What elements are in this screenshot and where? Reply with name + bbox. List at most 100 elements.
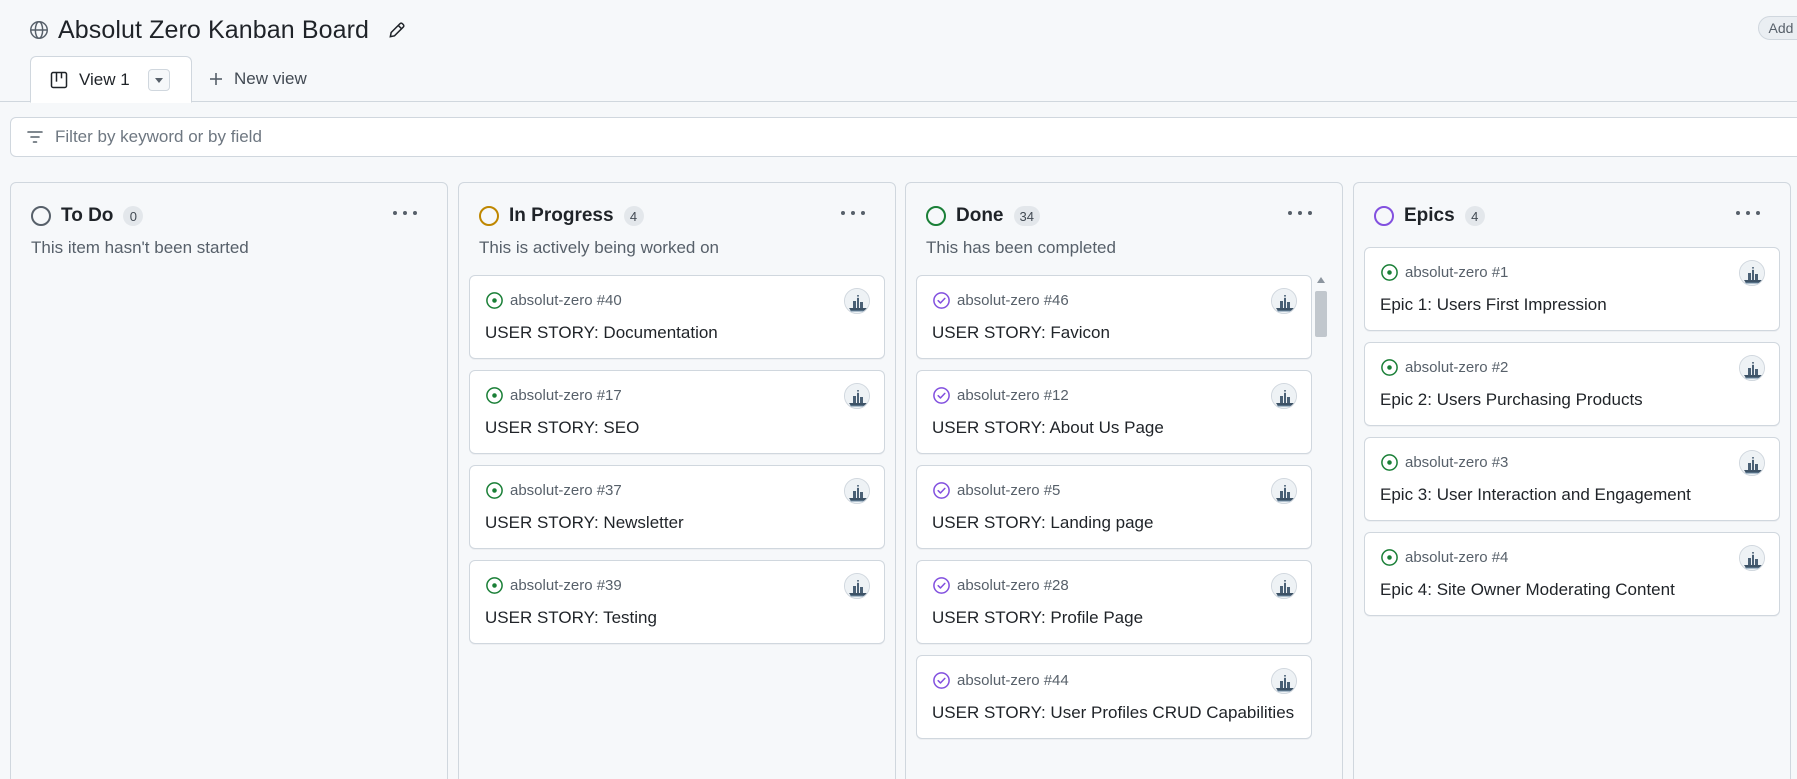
issue-ref-text: absolut-zero #4 (1405, 549, 1509, 566)
open-issue-icon (1381, 359, 1398, 376)
issue-card[interactable]: absolut-zero #3 Epic 3: User Interaction … (1364, 437, 1780, 521)
issue-ref[interactable]: absolut-zero #12 (932, 386, 1069, 405)
add-status-button[interactable]: Add sta (1757, 16, 1797, 40)
column-name: Done (956, 205, 1004, 226)
tab-view-1[interactable]: View 1 (30, 56, 192, 103)
new-view-label: New view (234, 69, 307, 88)
issue-ref[interactable]: absolut-zero #39 (485, 576, 622, 595)
issue-ref[interactable]: absolut-zero #37 (485, 481, 622, 500)
assignee-avatar[interactable] (1739, 450, 1765, 476)
status-circle-icon (926, 206, 946, 226)
plus-icon (210, 73, 222, 85)
assignee-avatar[interactable] (1271, 383, 1297, 409)
open-issue-icon (486, 292, 503, 309)
issue-title[interactable]: Epic 1: Users First Impression (1380, 295, 1607, 315)
kebab-dot (403, 211, 407, 215)
closed-issue-icon (933, 577, 950, 594)
issue-title[interactable]: USER STORY: Landing page (932, 513, 1153, 533)
status-circle-icon (479, 206, 499, 226)
issue-card[interactable]: absolut-zero #40 USER STORY: Documentatio… (469, 275, 885, 359)
issue-ref[interactable]: absolut-zero #44 (932, 671, 1069, 690)
assignee-avatar[interactable] (1739, 545, 1765, 571)
column-description: This is actively being worked on (479, 238, 720, 257)
open-issue-icon (1381, 264, 1398, 281)
issue-card[interactable]: absolut-zero #4 Epic 4: Site Owner Modera… (1364, 532, 1780, 616)
assignee-avatar[interactable] (1271, 288, 1297, 314)
issue-title[interactable]: USER STORY: Testing (485, 608, 657, 628)
issue-title[interactable]: USER STORY: SEO (485, 418, 639, 438)
issue-ref[interactable]: absolut-zero #4 (1380, 548, 1508, 567)
issue-ref[interactable]: absolut-zero #46 (932, 291, 1069, 310)
assignee-avatar[interactable] (1271, 478, 1297, 504)
issue-title[interactable]: Epic 3: User Interaction and Engagement (1380, 485, 1691, 505)
issue-card[interactable]: absolut-zero #1 Epic 1: Users First Impre… (1364, 247, 1780, 331)
new-view-button[interactable]: New view (208, 66, 307, 92)
column-menu-button[interactable] (1288, 207, 1312, 219)
column-todo: To Do 0 This item hasn't been started (10, 182, 448, 779)
board-title: Absolut Zero Kanban Board (58, 15, 370, 44)
issue-card[interactable]: absolut-zero #39 USER STORY: Testing (469, 560, 885, 644)
assignee-avatar[interactable] (844, 478, 870, 504)
column-menu-button[interactable] (393, 207, 417, 219)
kebab-dot (841, 211, 845, 215)
issue-ref-text: absolut-zero #3 (1405, 454, 1509, 471)
issue-ref[interactable]: absolut-zero #17 (485, 386, 622, 405)
scroll-up-icon[interactable] (1317, 277, 1325, 283)
issue-card[interactable]: absolut-zero #44 USER STORY: User Profile… (916, 655, 1312, 739)
filter-placeholder: Filter by keyword or by field (55, 127, 262, 146)
kebab-dot (861, 211, 865, 215)
assignee-avatar[interactable] (844, 288, 870, 314)
globe-icon (30, 21, 48, 39)
column-name: To Do (61, 205, 114, 226)
issue-ref[interactable]: absolut-zero #40 (485, 291, 622, 310)
assignee-avatar[interactable] (1739, 355, 1765, 381)
issue-title[interactable]: USER STORY: Documentation (485, 323, 718, 343)
issue-title[interactable]: USER STORY: Profile Page (932, 608, 1143, 628)
issue-ref-text: absolut-zero #1 (1405, 264, 1509, 281)
column-in-progress: In Progress 4 This is actively being worke… (458, 182, 896, 779)
issue-card[interactable]: absolut-zero #28 USER STORY: Profile Page (916, 560, 1312, 644)
view-tabs: View 1 New view (0, 56, 1797, 103)
kebab-dot (1746, 211, 1750, 215)
assignee-avatar[interactable] (1271, 573, 1297, 599)
column-header: To Do 0 (31, 203, 144, 229)
view-options-button[interactable] (147, 68, 170, 91)
pencil-icon[interactable] (387, 20, 407, 40)
issue-ref[interactable]: absolut-zero #28 (932, 576, 1069, 595)
kebab-dot (413, 211, 417, 215)
assignee-avatar[interactable] (844, 383, 870, 409)
closed-issue-icon (933, 672, 950, 689)
column-menu-button[interactable] (1736, 207, 1760, 219)
scroll-thumb[interactable] (1315, 291, 1327, 337)
kebab-dot (1308, 211, 1312, 215)
issue-title[interactable]: Epic 2: Users Purchasing Products (1380, 390, 1643, 410)
issue-ref[interactable]: absolut-zero #3 (1380, 453, 1508, 472)
issue-card[interactable]: absolut-zero #17 USER STORY: SEO (469, 370, 885, 454)
filter-icon (27, 131, 43, 143)
issue-title[interactable]: USER STORY: Newsletter (485, 513, 684, 533)
filter-input[interactable]: Filter by keyword or by field (10, 117, 1797, 157)
issue-card[interactable]: absolut-zero #46 USER STORY: Favicon (916, 275, 1312, 359)
issue-title[interactable]: USER STORY: About Us Page (932, 418, 1164, 438)
issue-ref[interactable]: absolut-zero #2 (1380, 358, 1508, 377)
column-scrollbar[interactable] (1314, 277, 1328, 779)
board-header: Absolut Zero Kanban Board (28, 12, 407, 48)
column-name: In Progress (509, 205, 614, 226)
closed-issue-icon (933, 482, 950, 499)
issue-card[interactable]: absolut-zero #37 USER STORY: Newsletter (469, 465, 885, 549)
issue-card[interactable]: absolut-zero #12 USER STORY: About Us Pag… (916, 370, 1312, 454)
column-count: 34 (1013, 206, 1040, 226)
assignee-avatar[interactable] (844, 573, 870, 599)
assignee-avatar[interactable] (1271, 668, 1297, 694)
issue-title[interactable]: Epic 4: Site Owner Moderating Content (1380, 580, 1675, 600)
issue-ref[interactable]: absolut-zero #5 (932, 481, 1060, 500)
issue-card[interactable]: absolut-zero #2 Epic 2: Users Purchasing … (1364, 342, 1780, 426)
column-menu-button[interactable] (841, 207, 865, 219)
column-count: 4 (1464, 206, 1485, 226)
issue-ref[interactable]: absolut-zero #1 (1380, 263, 1508, 282)
issue-ref-text: absolut-zero #2 (1405, 359, 1509, 376)
issue-title[interactable]: USER STORY: User Profiles CRUD Capabilit… (932, 703, 1294, 723)
issue-card[interactable]: absolut-zero #5 USER STORY: Landing page (916, 465, 1312, 549)
issue-title[interactable]: USER STORY: Favicon (932, 323, 1110, 343)
assignee-avatar[interactable] (1739, 260, 1765, 286)
